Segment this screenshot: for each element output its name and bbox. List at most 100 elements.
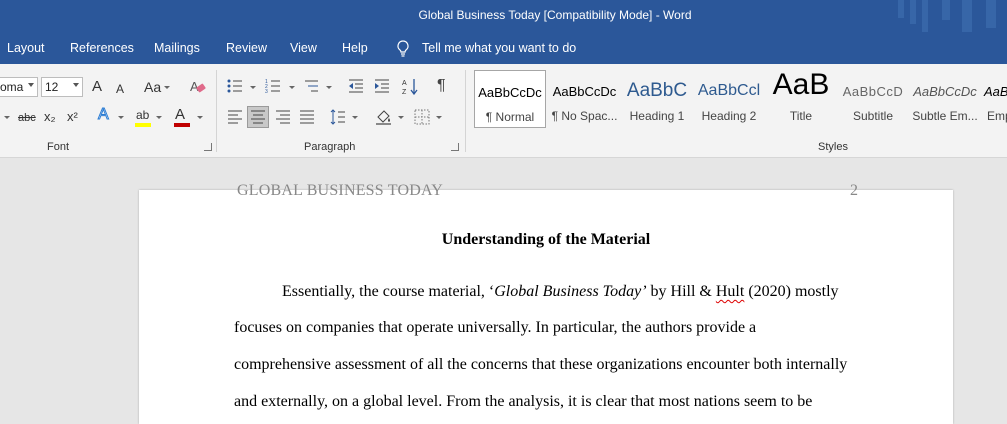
chevron-down-icon (250, 86, 256, 89)
paragraph-line: focuses on companies that operate univer… (234, 319, 757, 336)
highlight-button[interactable]: ab (136, 107, 149, 123)
multilevel-list-icon[interactable] (303, 78, 319, 94)
decrease-indent-icon[interactable] (348, 78, 364, 94)
section-heading: Understanding of the Material (441, 231, 651, 248)
chevron-down-icon (73, 83, 79, 87)
group-separator (465, 70, 466, 152)
subscript-button[interactable]: x₂ (44, 109, 56, 125)
tell-me-search[interactable]: Tell me what you want to do (422, 41, 576, 55)
align-right-icon[interactable] (275, 110, 291, 124)
style-sample: AaBbCcDc (913, 84, 977, 99)
bullets-icon[interactable] (227, 78, 243, 94)
sort-icon[interactable]: A Z (402, 77, 420, 95)
increase-indent-icon[interactable] (374, 78, 390, 94)
font-size-value: 12 (45, 80, 59, 94)
styles-gallery: AaBbCcDc ¶ Normal AaBbCcDc ¶ No Spac... … (472, 70, 1007, 128)
superscript-button[interactable]: x² (67, 109, 78, 125)
line-spacing-icon[interactable] (330, 109, 346, 125)
spelling-error[interactable]: Hult (716, 283, 744, 300)
chevron-down-icon (28, 83, 34, 87)
align-center-button[interactable] (247, 106, 269, 128)
align-left-icon[interactable] (227, 110, 243, 124)
borders-icon[interactable] (414, 109, 430, 125)
font-color-bar (174, 123, 190, 127)
lightbulb-icon[interactable] (396, 40, 410, 57)
style-name: Emp (987, 109, 1007, 123)
paragraph-dialog-launcher-icon[interactable] (451, 143, 459, 151)
style-title[interactable]: AaB Title (765, 70, 837, 128)
chevron-down-icon (436, 116, 442, 119)
change-case-button[interactable]: Aa (144, 79, 161, 95)
clear-formatting-icon[interactable]: A (189, 78, 207, 96)
justify-icon[interactable] (299, 110, 315, 124)
style-heading-1[interactable]: AaBbC Heading 1 (621, 70, 693, 128)
style-name: ¶ No Spac... (551, 109, 618, 123)
style-name: ¶ Normal (485, 110, 535, 124)
chevron-down-icon (118, 116, 124, 119)
font-color-button[interactable]: A (175, 107, 185, 123)
font-group-label: Font (47, 141, 70, 153)
chevron-down-icon (352, 116, 358, 119)
text-run: Essentially, the course material, ‘ (282, 283, 495, 300)
paragraph-line: Essentially, the course material, ‘Globa… (282, 283, 839, 301)
style-name: Heading 1 (629, 109, 685, 123)
chevron-down-icon (156, 116, 162, 119)
grow-font-button[interactable]: A (92, 79, 102, 95)
svg-text:3: 3 (265, 89, 268, 94)
style-no-spacing[interactable]: AaBbCcDc ¶ No Spac... (548, 70, 621, 128)
chevron-down-icon (164, 86, 170, 89)
title-decoration (922, 0, 928, 32)
style-normal[interactable]: AaBbCcDc ¶ Normal (474, 70, 546, 128)
tab-review[interactable]: Review (226, 41, 267, 55)
styles-group-label: Styles (818, 141, 848, 153)
svg-text:Z: Z (402, 89, 407, 95)
style-sample: AaBbCcDc (478, 85, 542, 100)
style-sample: AaBbCcDc (552, 84, 617, 99)
text-effects-button[interactable]: A (98, 106, 110, 123)
chevron-down-icon (4, 116, 10, 119)
style-name: Heading 2 (701, 109, 757, 123)
title-bar: Global Business Today [Compatibility Mod… (0, 0, 1007, 34)
show-formatting-button[interactable]: ¶ (437, 78, 446, 94)
chevron-down-icon (398, 116, 404, 119)
shading-icon[interactable] (375, 108, 393, 126)
document-page[interactable]: GLOBAL BUSINESS TODAY 2 Understanding of… (139, 182, 953, 424)
svg-text:A: A (402, 80, 407, 87)
text-run: (2020) mostly (744, 283, 839, 300)
style-sample: AaBbCcDc (984, 84, 1007, 99)
strikethrough-button[interactable]: abc (18, 110, 36, 126)
book-title: Global Business Today’ (494, 283, 647, 300)
chevron-down-icon (326, 86, 332, 89)
font-dialog-launcher-icon[interactable] (204, 143, 212, 151)
style-sample: AaBbC (626, 80, 688, 101)
title-decoration (986, 0, 996, 28)
ribbon-tabs: Layout References Mailings Review View H… (0, 32, 1007, 64)
style-heading-2[interactable]: AaBbCcl Heading 2 (693, 70, 765, 128)
title-decoration (898, 0, 904, 18)
style-name: Subtle Em... (912, 109, 978, 123)
highlight-color-bar (135, 123, 151, 127)
tab-references[interactable]: References (70, 41, 134, 55)
style-emphasis[interactable]: AaBbCcDc Emp (981, 70, 1007, 128)
page-header: GLOBAL BUSINESS TODAY (237, 182, 444, 199)
chevron-down-icon (197, 116, 203, 119)
title-decoration (910, 0, 916, 24)
group-separator (216, 70, 217, 152)
font-size-combo[interactable]: 12 (41, 77, 83, 97)
title-decoration (962, 0, 972, 34)
shrink-font-button[interactable]: A (116, 81, 124, 97)
style-sample: AaBbCcD (842, 84, 904, 99)
numbering-icon[interactable]: 1 2 3 (265, 78, 281, 94)
style-name: Title (789, 109, 813, 123)
style-subtle-emphasis[interactable]: AaBbCcDc Subtle Em... (909, 70, 981, 128)
paragraph-group-label: Paragraph (304, 141, 356, 153)
tab-mailings[interactable]: Mailings (154, 41, 200, 55)
chevron-down-icon (289, 86, 295, 89)
font-name-combo[interactable]: oma (0, 77, 38, 97)
tab-layout[interactable]: Layout (7, 41, 45, 55)
window-title: Global Business Today [Compatibility Mod… (418, 8, 692, 22)
style-subtitle[interactable]: AaBbCcD Subtitle (837, 70, 909, 128)
tab-view[interactable]: View (290, 41, 317, 55)
tab-help[interactable]: Help (342, 41, 368, 55)
paragraph-line: comprehensive assessment of all the conc… (234, 356, 848, 373)
